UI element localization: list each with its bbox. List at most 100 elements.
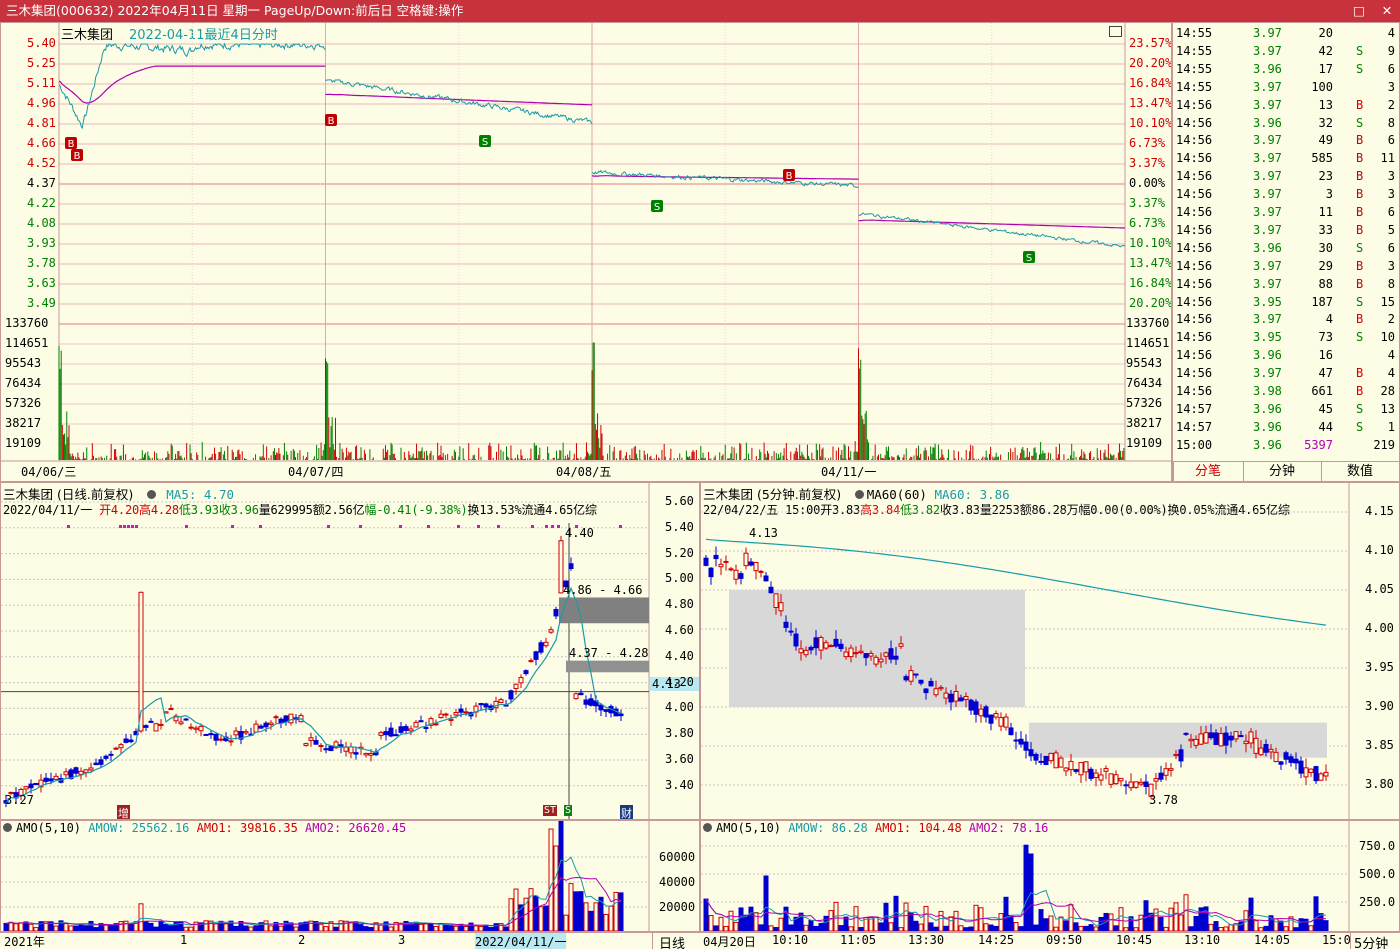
minute5-amo-bar — [788, 924, 794, 931]
tick-price: 3.95 — [1253, 294, 1282, 309]
tick-vol: 29 — [1318, 258, 1333, 273]
daily-candle — [538, 642, 544, 653]
minute5-amo-bar — [1223, 926, 1229, 931]
intraday-chart[interactable]: 三木集团 2022-04-11最近4日分时 BBBSSBS 5.40 23.57%… — [0, 22, 1172, 482]
tick-bs: S — [1356, 330, 1364, 345]
daily-amo-bar — [278, 925, 284, 931]
tick-bs: S — [1356, 401, 1364, 416]
daily-candle — [573, 693, 579, 700]
minute5-candle — [1298, 760, 1304, 774]
minute5-amo-tick: 500.0 — [1359, 867, 1396, 881]
daily-event-dot — [457, 525, 460, 528]
minute5-candle — [1273, 751, 1279, 762]
intraday-vol-tick: 57326 — [1126, 396, 1163, 410]
minute5-candle — [1228, 735, 1234, 741]
minute5-candle — [1213, 732, 1219, 745]
intraday-date-label: 04/11/一 — [821, 465, 877, 479]
daily-candle — [313, 740, 319, 745]
daily-amo-bar — [583, 902, 589, 931]
tick-row: 14:56 3.97 29 B 3 — [1173, 257, 1395, 275]
daily-amo-bar — [268, 925, 274, 931]
minute5-x-label: 11:05 — [840, 933, 877, 947]
minute5-amo-bar — [1058, 916, 1064, 931]
tick-bs: B — [1356, 133, 1364, 148]
tick-n: 2 — [1387, 312, 1395, 327]
minute5-candle — [1178, 749, 1184, 762]
intraday-vol-tick: 133760 — [5, 316, 49, 330]
intraday-date-label: 04/06/三 — [21, 465, 77, 479]
daily-candle — [113, 747, 119, 750]
close-icon[interactable]: ✕ — [1380, 0, 1394, 22]
intraday-vol-tick: 76434 — [5, 376, 42, 390]
minute5-candle — [1043, 755, 1049, 765]
minute5-candle — [1038, 760, 1044, 763]
minute5-amo-bar — [748, 906, 754, 931]
intraday-price-tick: 4.81 — [27, 116, 56, 130]
daily-event-dot — [127, 525, 130, 528]
tab-values[interactable]: 数值 — [1321, 462, 1399, 481]
intraday-pct-tick: 0.00% — [1129, 176, 1166, 190]
daily-x-label: 1 — [180, 933, 188, 947]
minute5-candle — [1303, 767, 1309, 778]
daily-event-dot — [327, 525, 330, 528]
minute5-candle — [728, 568, 734, 571]
minute5-amo-bar — [948, 916, 954, 931]
daily-amo-bar — [573, 891, 579, 931]
daily-amo-bar — [543, 905, 549, 931]
daily-price-tick: 5.20 — [665, 545, 694, 560]
tick-time: 14:56 — [1176, 312, 1213, 327]
minute5-kline-chart[interactable]: 三木集团 (5分钟.前复权) MA60(60) MA60: 3.86 22/04… — [700, 482, 1400, 820]
minute5-candle — [1233, 731, 1239, 740]
restore-icon[interactable]: □ — [1352, 0, 1366, 22]
tab-ticks[interactable]: 分笔 — [1173, 462, 1244, 481]
minute5-amo-bar — [918, 923, 924, 931]
tab-minute[interactable]: 分钟 — [1243, 462, 1322, 481]
minute5-period-button[interactable]: 5分钟 — [1350, 933, 1388, 949]
minute5-amo-chart[interactable]: AMO(5,10) AMOW: 86.28 AMO1: 104.48 AMO2:… — [700, 820, 1400, 932]
intraday-pct-tick: 6.73% — [1129, 136, 1166, 150]
minute5-amo-bar — [963, 927, 969, 931]
daily-kline-chart[interactable]: 三木集团 (日线.前复权) MA5: 4.70 2022/04/11/一 开4.… — [0, 482, 700, 820]
event-tag-st[interactable]: ST — [543, 805, 558, 816]
minute5-amo-bar — [718, 916, 724, 931]
minute5-candle — [1003, 716, 1009, 728]
tick-time: 14:56 — [1176, 187, 1213, 202]
minute5-candle — [753, 561, 759, 572]
event-tag-cai[interactable]: 财 — [620, 805, 633, 819]
daily-candle — [203, 733, 209, 736]
intraday-pct-tick: 10.10% — [1129, 236, 1172, 250]
daily-amo-bar — [248, 926, 254, 931]
daily-amo-bar — [368, 927, 374, 931]
daily-amo-bar — [153, 926, 159, 931]
daily-period-button[interactable]: 日线 — [652, 933, 685, 949]
daily-amo-chart[interactable]: AMO(5,10) AMOW: 25562.16 AMO1: 39816.35 … — [0, 820, 700, 932]
minute5-amo-bar — [1173, 902, 1179, 931]
daily-candle — [213, 733, 219, 741]
event-tag-s[interactable]: S — [564, 805, 573, 816]
daily-amo-bar — [488, 927, 494, 931]
tick-time: 14:55 — [1176, 26, 1213, 40]
daily-amo-bar — [378, 924, 384, 931]
bs-marker-label: B — [68, 139, 75, 150]
daily-candle — [188, 726, 194, 729]
daily-candle — [528, 660, 534, 663]
tick-bs: S — [1356, 43, 1364, 58]
tick-time: 14:56 — [1176, 97, 1213, 112]
minute5-amo-bar — [1008, 914, 1014, 931]
event-tag-zeng[interactable]: 增 — [117, 805, 130, 819]
minute5-candle — [703, 557, 709, 566]
daily-candle — [278, 718, 284, 724]
daily-candle — [143, 725, 149, 728]
minute5-candle — [998, 717, 1004, 727]
daily-candle — [393, 734, 399, 737]
daily-event-dot — [67, 525, 70, 528]
minute5-candle — [1073, 769, 1079, 772]
minute5-amo-bar — [768, 925, 774, 931]
daily-candle — [268, 722, 274, 726]
minute5-amo-bar — [1003, 896, 1009, 931]
minute5-candle — [993, 713, 999, 718]
minute5-candle — [1258, 747, 1264, 756]
daily-amo-bar — [433, 925, 439, 931]
minute5-candle — [1238, 735, 1244, 738]
minute5-range-box — [1029, 722, 1327, 758]
